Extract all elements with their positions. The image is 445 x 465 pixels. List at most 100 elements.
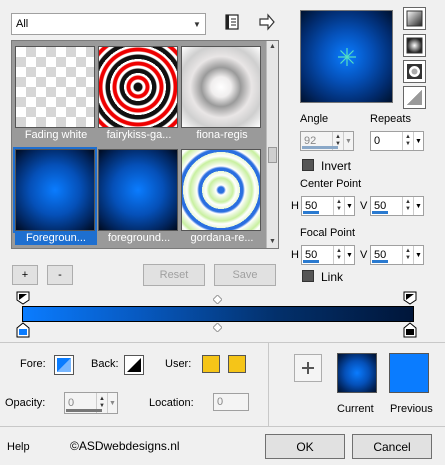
- chevron-down-icon[interactable]: ▼: [413, 246, 423, 264]
- location-field[interactable]: 0: [213, 393, 249, 411]
- focal-v-label: V: [360, 249, 368, 261]
- repeats-label: Repeats: [370, 113, 411, 125]
- repeats-spinner[interactable]: 0 ▲ ▼ ▼: [370, 131, 424, 151]
- opacity-spinner[interactable]: 0 ▲ ▼ ▼: [64, 392, 118, 414]
- spin-arrows-icon[interactable]: ▲ ▼: [333, 197, 344, 215]
- divider: [0, 342, 445, 343]
- gallery-item[interactable]: fiona-regis: [181, 46, 261, 142]
- spin-arrows-icon[interactable]: ▲ ▼: [402, 197, 413, 215]
- help-link[interactable]: Help: [7, 441, 30, 453]
- scroll-down-icon[interactable]: ▼: [267, 236, 278, 248]
- location-label: Location:: [149, 397, 194, 409]
- gallery-item[interactable]: gordana-re...: [181, 149, 261, 245]
- gradient-preview[interactable]: [300, 10, 393, 103]
- rectangular-style-button[interactable]: [403, 34, 426, 57]
- back-label: Back:: [91, 358, 119, 370]
- current-gradient-swatch[interactable]: [337, 353, 377, 393]
- gallery-item-label: Fading white: [24, 129, 88, 141]
- gradient-thumbnail: [98, 46, 178, 128]
- link-label: Link: [321, 270, 344, 284]
- linear-style-button[interactable]: [403, 7, 426, 30]
- color-stop-bottom-left[interactable]: [16, 322, 30, 338]
- plus-icon: [302, 362, 314, 374]
- link-checkbox[interactable]: [302, 270, 314, 282]
- radial-style-button[interactable]: [403, 86, 426, 109]
- scroll-up-icon[interactable]: ▲: [267, 41, 278, 53]
- chevron-down-icon[interactable]: ▼: [343, 132, 353, 150]
- angle-bar: [302, 146, 338, 149]
- spin-arrows-icon[interactable]: ▲ ▼: [402, 246, 413, 264]
- previous-label: Previous: [390, 403, 433, 415]
- sunburst-style-button[interactable]: [403, 60, 426, 83]
- gallery-item[interactable]: Fading white: [15, 46, 95, 142]
- focal-h-label: H: [291, 249, 299, 261]
- ok-button[interactable]: OK: [265, 434, 345, 459]
- divider: [0, 426, 445, 427]
- save-button[interactable]: Save: [214, 264, 276, 286]
- gallery-item-selected[interactable]: Foregroun...: [13, 147, 97, 245]
- current-label: Current: [337, 403, 374, 415]
- notebook-icon[interactable]: [223, 13, 241, 31]
- add-to-user-button[interactable]: [294, 354, 322, 382]
- gradient-bar[interactable]: [22, 306, 414, 322]
- fore-label: Fore:: [20, 358, 46, 370]
- gallery-item-label: fairykiss-ga...: [106, 129, 172, 141]
- center-point-label: Center Point: [300, 178, 362, 190]
- user-swatch-1[interactable]: [202, 355, 220, 373]
- category-select-value: All: [16, 18, 29, 30]
- midpoint-bottom-marker[interactable]: [213, 323, 222, 332]
- color-stop-top-left[interactable]: [16, 291, 30, 305]
- back-swatch[interactable]: [124, 355, 144, 375]
- arrow-right-icon[interactable]: [258, 13, 276, 31]
- chevron-down-icon[interactable]: ▼: [344, 197, 354, 215]
- chevron-down-icon[interactable]: ▼: [413, 197, 423, 215]
- center-v-bar: [372, 211, 388, 214]
- color-stop-top-right[interactable]: [403, 291, 417, 305]
- fore-swatch[interactable]: [54, 355, 74, 375]
- previous-gradient-swatch[interactable]: [389, 353, 429, 393]
- center-h-label: H: [291, 200, 299, 212]
- center-point-icon[interactable]: [337, 47, 357, 67]
- gallery-item[interactable]: fairykiss-ga...: [98, 46, 178, 142]
- gradient-thumbnail: [98, 149, 178, 231]
- chevron-down-icon[interactable]: ▼: [344, 246, 354, 264]
- user-swatch-2[interactable]: [228, 355, 246, 373]
- repeats-value: 0: [374, 135, 381, 147]
- opacity-label: Opacity:: [5, 397, 46, 409]
- opacity-bar: [66, 409, 102, 412]
- gallery-scrollbar[interactable]: ▲ ▼: [266, 41, 278, 248]
- focal-v-spinner[interactable]: 50 ▲ ▼ ▼: [370, 245, 424, 265]
- remove-gradient-button[interactable]: -: [47, 265, 73, 285]
- user-label: User:: [165, 358, 192, 370]
- gallery-item-label: gordana-re...: [190, 232, 254, 244]
- center-v-label: V: [360, 200, 368, 212]
- invert-checkbox[interactable]: [302, 159, 314, 171]
- scrollbar-thumb[interactable]: [268, 147, 277, 163]
- center-h-spinner[interactable]: 50 ▲ ▼ ▼: [301, 196, 355, 216]
- gradient-thumbnail: [181, 46, 261, 128]
- opacity-value: 0: [68, 397, 75, 409]
- angle-spinner[interactable]: 92 ▲ ▼ ▼: [300, 131, 354, 151]
- angle-label: Angle: [300, 113, 329, 125]
- focal-v-bar: [372, 260, 388, 263]
- spin-arrows-icon[interactable]: ▲ ▼: [402, 132, 413, 150]
- invert-label: Invert: [321, 159, 352, 173]
- spin-arrows-icon[interactable]: ▲ ▼: [333, 246, 344, 264]
- chevron-down-icon[interactable]: ▼: [413, 132, 423, 150]
- location-value: 0: [217, 396, 224, 408]
- center-v-spinner[interactable]: 50 ▲ ▼ ▼: [370, 196, 424, 216]
- divider: [268, 342, 269, 426]
- cancel-button[interactable]: Cancel: [352, 434, 432, 459]
- focal-h-bar: [303, 260, 319, 263]
- focal-h-spinner[interactable]: 50 ▲ ▼ ▼: [301, 245, 355, 265]
- add-gradient-button[interactable]: +: [12, 265, 38, 285]
- midpoint-top-marker[interactable]: [213, 295, 222, 304]
- gallery-item-label: Foregroun...: [15, 231, 97, 245]
- chevron-down-icon[interactable]: ▼: [107, 393, 117, 413]
- chevron-down-icon: ▼: [193, 19, 201, 29]
- color-stop-bottom-right[interactable]: [403, 322, 417, 338]
- gallery-item[interactable]: foreground...: [98, 149, 178, 245]
- reset-button[interactable]: Reset: [143, 264, 205, 286]
- category-select[interactable]: All ▼: [11, 13, 206, 35]
- focal-point-label: Focal Point: [300, 227, 356, 239]
